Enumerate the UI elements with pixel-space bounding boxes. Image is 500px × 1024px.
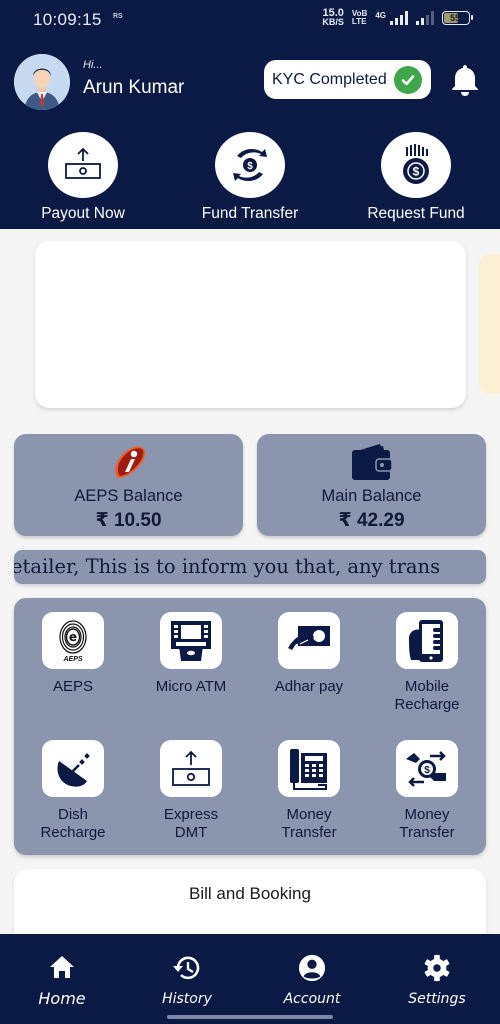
user-name: Arun Kumar (83, 77, 185, 98)
home-icon (50, 956, 74, 978)
telephone-icon (278, 740, 340, 797)
battery-level: 55 (450, 13, 461, 23)
nav-history[interactable]: History (137, 954, 237, 1007)
promo-banner-next[interactable] (479, 254, 500, 394)
svg-text:e: e (69, 630, 77, 644)
nav-home-label: Home (38, 989, 86, 1008)
user-avatar-icon (14, 54, 70, 110)
network-speed-unit: KB/S (322, 17, 344, 27)
fund-transfer-label: Fund Transfer (201, 205, 299, 222)
payout-now-button[interactable]: Payout Now (23, 132, 143, 223)
kyc-label: KYC Completed (272, 70, 387, 88)
main-balance-card[interactable]: Main Balance ₹ 42.29 (257, 434, 486, 536)
atm-icon (160, 612, 222, 669)
aeps-balance-amount: ₹ 10.50 (95, 510, 162, 531)
home-indicator[interactable] (167, 1015, 333, 1019)
svg-text:$: $ (424, 765, 430, 776)
service-label: Mobile Recharge (394, 678, 460, 713)
avatar[interactable] (14, 54, 70, 110)
main-balance-title: Main Balance (321, 487, 422, 505)
aeps-balance-card[interactable]: AEPS Balance ₹ 10.50 (14, 434, 243, 536)
bottom-nav: Home History Account Settings (0, 934, 500, 1024)
satellite-dish-icon (42, 740, 104, 797)
check-circle-icon (393, 65, 422, 94)
settings-icon (424, 954, 450, 982)
wallet-icon (257, 440, 486, 482)
fund-transfer-button[interactable]: $ Fund Transfer (190, 132, 310, 223)
request-fund-button[interactable]: $ Request Fund (356, 132, 476, 223)
fund-transfer-icon: $ (215, 132, 285, 198)
signal-icon-sim2 (416, 11, 434, 25)
bill-and-booking-title: Bill and Booking (189, 884, 311, 903)
svg-text:$: $ (413, 165, 420, 179)
mobile-recharge-icon (396, 612, 458, 669)
volte-icon: VoB LTE (352, 10, 367, 26)
service-money-transfer-2[interactable]: $ Money Transfer (368, 740, 486, 842)
express-dmt-icon (160, 740, 222, 797)
service-dish-recharge[interactable]: Dish Recharge (14, 740, 132, 842)
payout-now-label: Payout Now (41, 205, 125, 222)
greeting: Hi... (83, 59, 103, 71)
history-icon (173, 956, 200, 980)
nav-settings[interactable]: Settings (387, 954, 487, 1007)
service-aeps[interactable]: e AEPS AEPS (14, 612, 132, 696)
service-label: Money Transfer (281, 806, 337, 841)
volte-bottom: LTE (351, 17, 367, 26)
services-grid: e AEPS AEPS Micro ATM Adhar pay Mobile R… (14, 598, 486, 855)
service-label: Express DMT (163, 806, 219, 841)
svg-text:$: $ (247, 161, 253, 172)
service-mobile-recharge[interactable]: Mobile Recharge (368, 612, 486, 714)
nav-settings-label: Settings (408, 991, 466, 1007)
account-icon (298, 954, 326, 982)
network-speed: 15.0 KB/S (322, 8, 344, 27)
request-fund-icon: $ (381, 132, 451, 198)
promo-banner[interactable] (35, 241, 466, 408)
status-time: 10:09:15 (33, 10, 102, 29)
nav-home[interactable]: Home (12, 954, 112, 1008)
status-bar: 10:09:15 RS 15.0 KB/S VoB LTE 4G 55 (0, 0, 500, 40)
signal-icon-sim1: 4G (375, 11, 408, 25)
notice-text: etailer, This is to inform you that, any… (14, 555, 441, 578)
service-adhar-pay[interactable]: Adhar pay (250, 612, 368, 696)
kyc-status-badge[interactable]: KYC Completed (264, 60, 431, 99)
main-balance-amount: ₹ 42.29 (338, 510, 405, 531)
icici-logo-icon (14, 440, 243, 482)
network-type: 4G (375, 11, 386, 20)
service-label: AEPS (52, 678, 94, 695)
service-micro-atm[interactable]: Micro ATM (132, 612, 250, 696)
battery-icon: 55 (442, 11, 473, 25)
aeps-balance-title: AEPS Balance (74, 487, 183, 505)
nav-account[interactable]: Account (262, 954, 362, 1007)
svg-text:AEPS: AEPS (62, 656, 82, 663)
service-label: Money Transfer (399, 806, 455, 841)
nav-account-label: Account (283, 991, 341, 1007)
notification-bell-icon[interactable] (449, 63, 481, 97)
notice-marquee[interactable]: etailer, This is to inform you that, any… (14, 550, 486, 584)
header: 10:09:15 RS 15.0 KB/S VoB LTE 4G 55 Hi..… (0, 0, 500, 229)
nav-history-label: History (162, 991, 212, 1007)
adhar-pay-icon (278, 612, 340, 669)
app-notification-icon: RS (113, 13, 123, 20)
service-express-dmt[interactable]: Express DMT (132, 740, 250, 842)
service-money-transfer-1[interactable]: Money Transfer (250, 740, 368, 842)
request-fund-label: Request Fund (367, 205, 465, 222)
payout-icon (48, 132, 118, 198)
service-label: Dish Recharge (40, 806, 106, 841)
service-label: Adhar pay (274, 678, 344, 695)
money-exchange-icon: $ (396, 740, 458, 797)
service-label: Micro ATM (155, 678, 227, 695)
aeps-fingerprint-icon: e AEPS (42, 612, 104, 669)
